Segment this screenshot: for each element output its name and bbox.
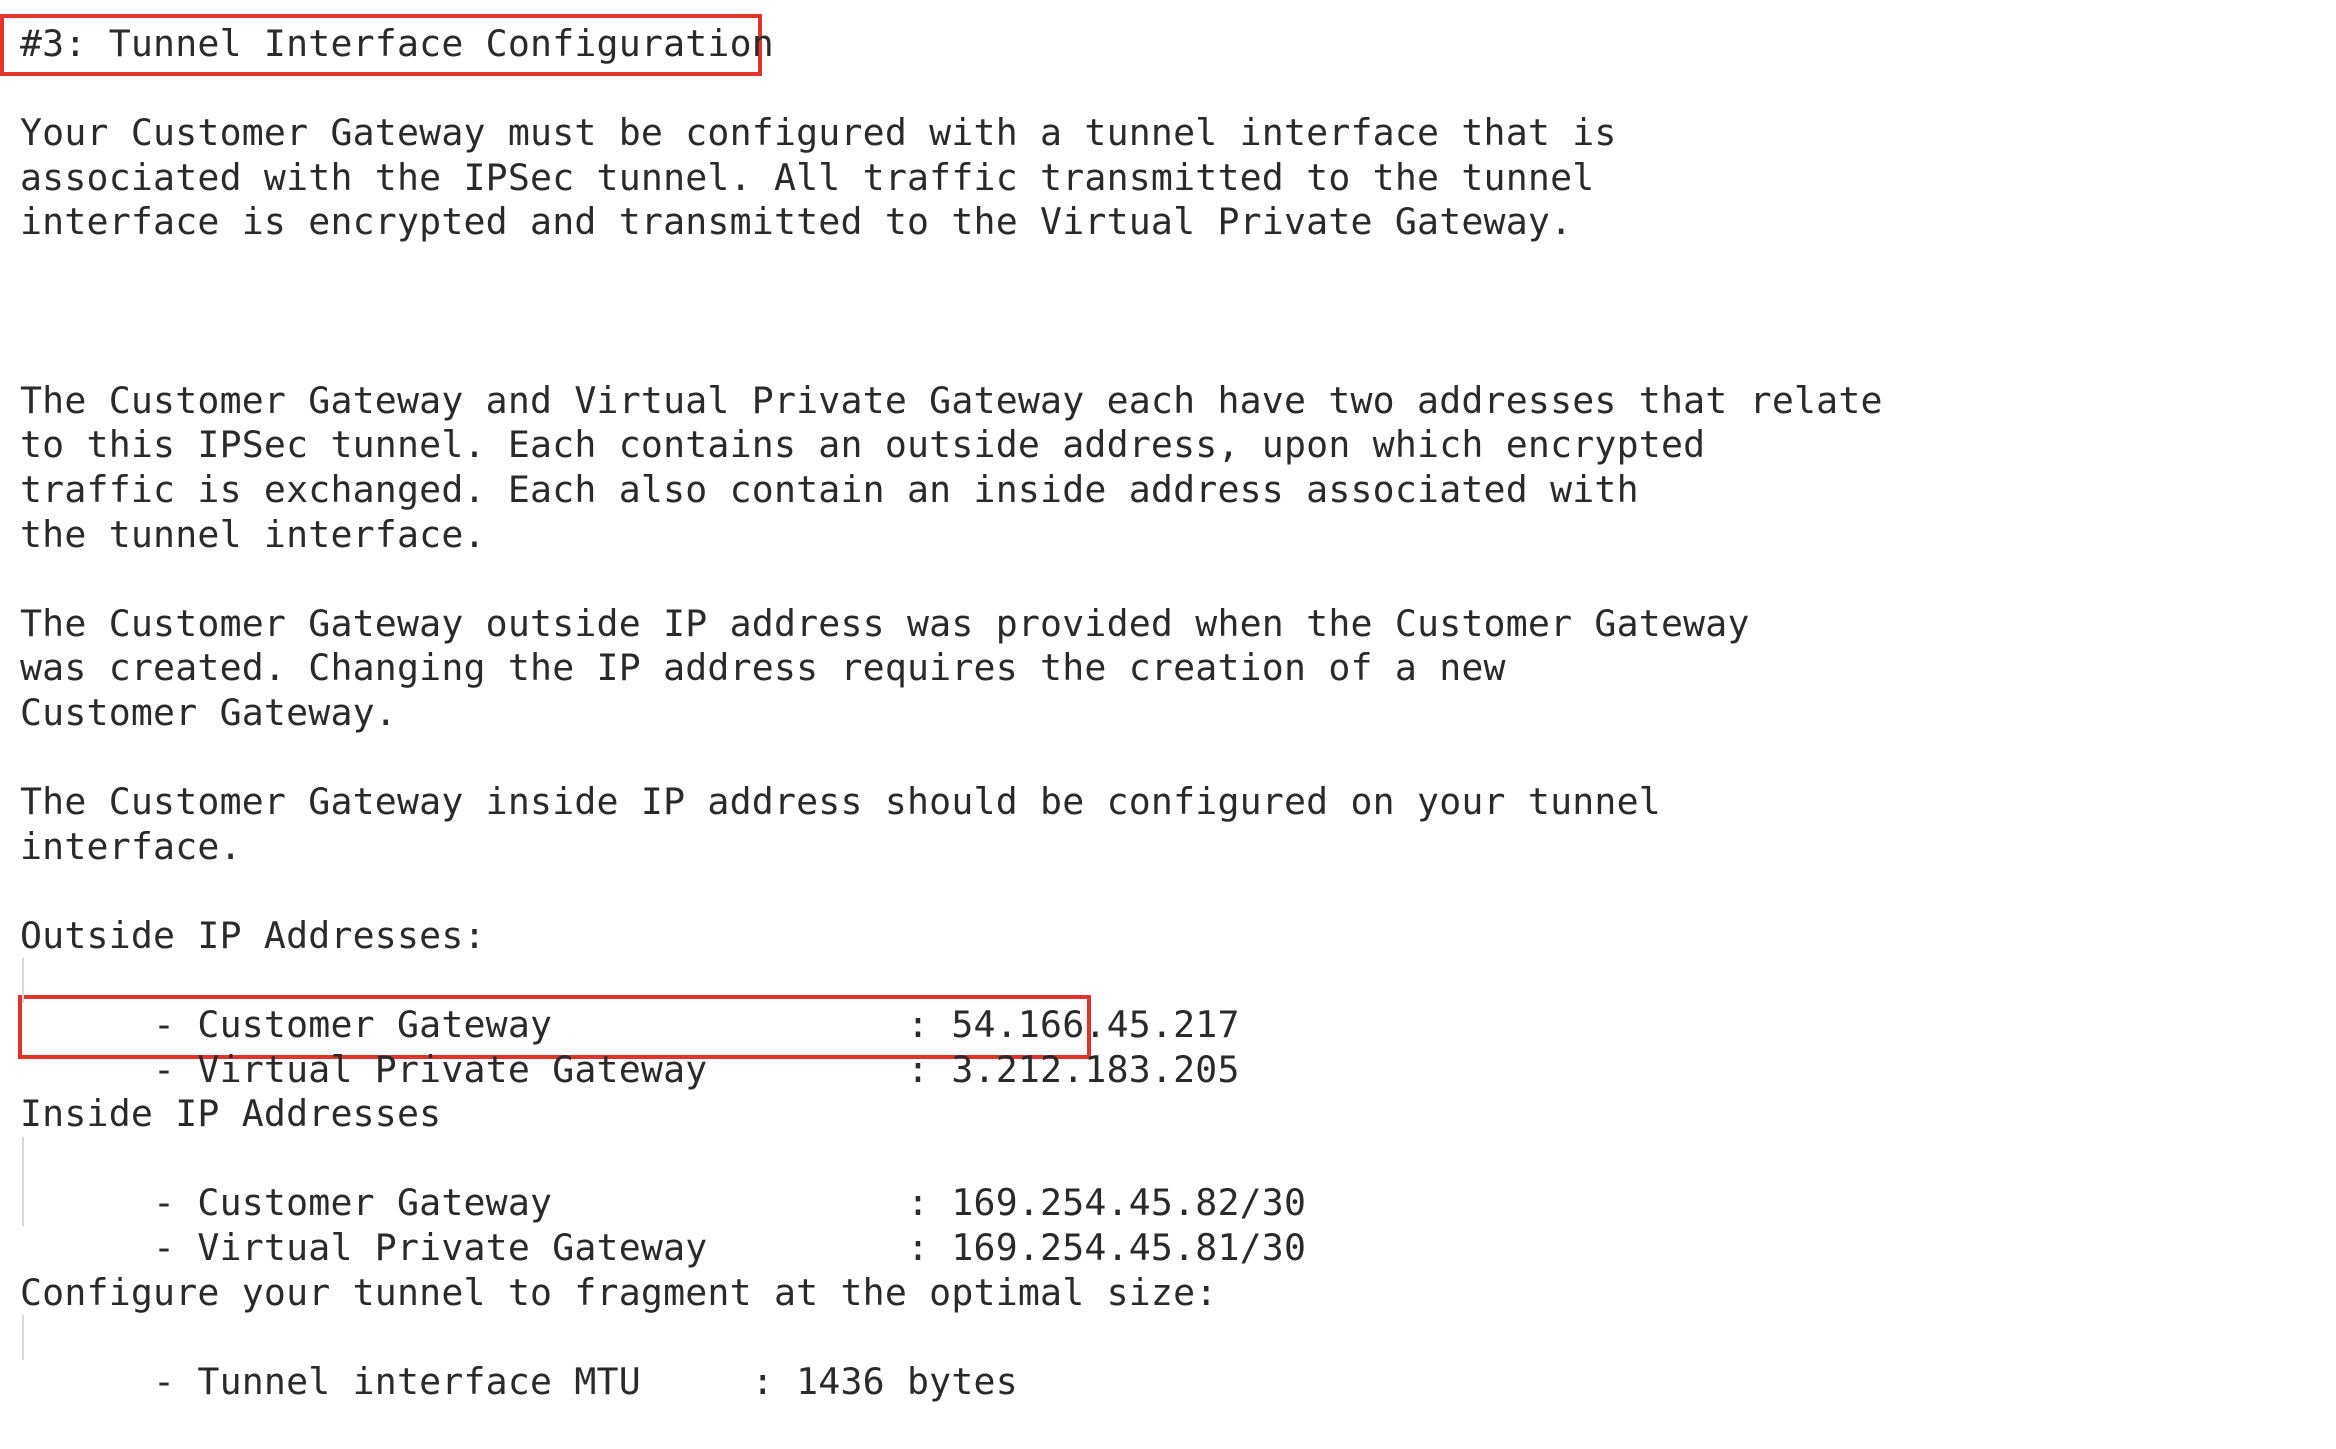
addresses-paragraph-line: The Customer Gateway and Virtual Private… bbox=[20, 378, 1883, 422]
outside-customer-gateway-row: - Customer Gateway : 54.166.45.217 bbox=[20, 958, 1883, 1046]
intro-line: interface is encrypted and transmitted t… bbox=[20, 200, 1573, 244]
addresses-paragraph-line: traffic is exchanged. Each also contain … bbox=[20, 467, 1639, 511]
section-title: #3: Tunnel Interface Configuration bbox=[20, 22, 774, 65]
mtu-row: - Tunnel interface MTU : 1436 bytes bbox=[20, 1315, 1883, 1403]
outside-paragraph-line: Customer Gateway. bbox=[20, 690, 397, 734]
addresses-paragraph-line: to this IPSec tunnel. Each contains an o… bbox=[20, 423, 1706, 467]
indent-guide bbox=[22, 1136, 24, 1182]
config-document: #3: Tunnel Interface Configuration Your … bbox=[20, 22, 1883, 1403]
outside-virtual-private-gateway-text: - Virtual Private Gateway : 3.212.183.20… bbox=[108, 1047, 1240, 1091]
addresses-paragraph-line: the tunnel interface. bbox=[20, 512, 486, 556]
indent-guide bbox=[22, 1315, 24, 1360]
indent-guide bbox=[22, 958, 24, 1004]
outside-virtual-private-gateway-row: - Virtual Private Gateway : 3.212.183.20… bbox=[20, 1003, 1883, 1091]
intro-line: Your Customer Gateway must be configured… bbox=[20, 111, 1617, 155]
outside-paragraph-line: was created. Changing the IP address req… bbox=[20, 646, 1506, 690]
inside-virtual-private-gateway-row: - Virtual Private Gateway : 169.254.45.8… bbox=[20, 1181, 1883, 1269]
inside-virtual-private-gateway-text: - Virtual Private Gateway : 169.254.45.8… bbox=[108, 1226, 1307, 1270]
mtu-text: - Tunnel interface MTU : 1436 bytes bbox=[108, 1359, 1018, 1403]
intro-line: associated with the IPSec tunnel. All tr… bbox=[20, 155, 1595, 199]
outside-ip-heading: Outside IP Addresses: bbox=[20, 913, 486, 957]
inside-customer-gateway-row: - Customer Gateway : 169.254.45.82/30 bbox=[20, 1136, 1883, 1224]
inside-paragraph-line: interface. bbox=[20, 824, 242, 868]
inside-paragraph-line: The Customer Gateway inside IP address s… bbox=[20, 780, 1661, 824]
mtu-heading: Configure your tunnel to fragment at the… bbox=[20, 1270, 1218, 1314]
inside-ip-heading: Inside IP Addresses bbox=[20, 1092, 442, 1136]
outside-paragraph-line: The Customer Gateway outside IP address … bbox=[20, 601, 1750, 645]
indent-guide bbox=[22, 1181, 24, 1227]
